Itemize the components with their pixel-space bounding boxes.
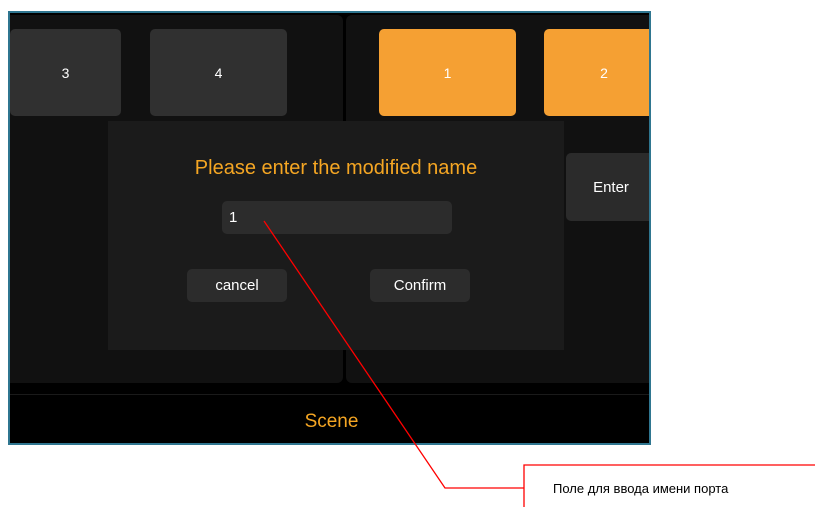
callout-label: Поле для ввода имени порта [553, 481, 729, 496]
dialog-title: Please enter the modified name [194, 157, 478, 179]
scene-tab[interactable]: Scene [10, 394, 649, 443]
port-button-4[interactable]: 4 [150, 29, 287, 116]
enter-button[interactable]: Enter [566, 153, 649, 221]
port-button-2[interactable]: 2 [544, 29, 649, 116]
scene-label: Scene [304, 410, 359, 432]
port-button-3[interactable]: 3 [10, 29, 121, 116]
app-screen: 3 4 1 2 Enter Scene Please enter the mod… [8, 11, 651, 445]
port-button-1[interactable]: 1 [379, 29, 516, 116]
rename-dialog: Please enter the modified name cancel Co… [108, 121, 564, 350]
port-name-input[interactable] [222, 201, 452, 234]
confirm-button[interactable]: Confirm [370, 269, 470, 302]
cancel-button[interactable]: cancel [187, 269, 287, 302]
